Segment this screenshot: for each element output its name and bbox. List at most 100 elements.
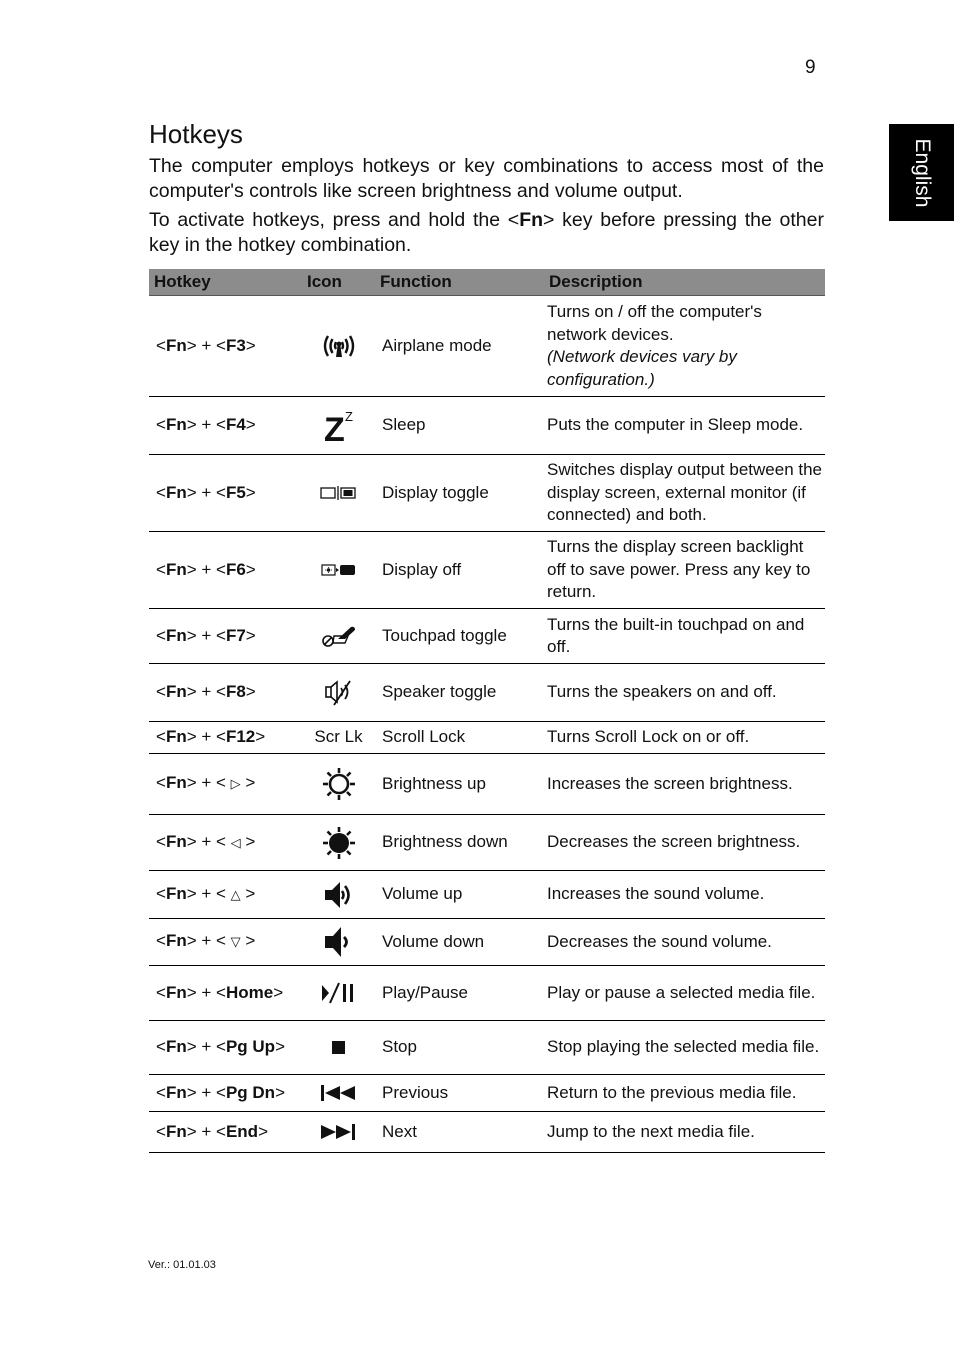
airplane-mode-icon [320,335,358,357]
function-cell: Airplane mode [375,295,544,397]
function-cell: Brightness up [375,753,544,815]
table-row: <Fn> + <Home> Play/Pause Play or pause a s… [149,965,825,1021]
table-row: <Fn> + <Pg Up> Stop Stop playing the selec… [149,1020,825,1075]
description-cell: Puts the computer in Sleep mode. [544,396,825,455]
description-cell: Turns the speakers on and off. [544,663,825,722]
intro-paragraph: The computer employs hotkeys or key comb… [149,155,824,202]
icon-cell [302,1020,375,1075]
icon-cell: Scr Lk [302,721,375,754]
touchpad-toggle-icon [321,625,357,647]
volume-down-icon [323,927,355,957]
table-row: <Fn> + <End> Next Jump to the next media f… [149,1111,825,1153]
table-row: <Fn> + < ▷ > Brightness up Increases the s… [149,753,825,815]
function-cell: Sleep [375,396,544,455]
hotkey-cell: <Fn> + < ▷ > [149,753,302,815]
svg-text:Z: Z [324,411,345,444]
scroll-lock-text: Scr Lk [314,727,363,747]
brightness-up-icon [321,768,357,800]
function-cell: Display toggle [375,454,544,532]
function-cell: Previous [375,1074,544,1112]
function-cell: Brightness down [375,814,544,871]
hotkey-cell: <Fn> + <F3> [149,295,302,397]
brightness-down-icon [321,826,357,859]
description-cell: Decreases the screen brightness. [544,814,825,871]
table-row: <Fn> + < ▽ > Volume down Decreases the sou… [149,918,825,966]
next-icon [320,1122,358,1141]
table-row: <Fn> + <F4> Z Z Sleep Puts the computer in S… [149,396,825,455]
function-cell: Next [375,1111,544,1153]
description-cell: Turns the built-in touchpad on and off. [544,608,825,664]
description-cell: Turns on / off the computer's network de… [544,295,825,397]
function-cell: Speaker toggle [375,663,544,722]
description-cell: Decreases the sound volume. [544,918,825,966]
header-icon: Icon [302,269,375,296]
icon-cell [302,965,375,1021]
description-note: (Network devices vary by configuration.) [547,347,737,389]
hotkey-cell: <Fn> + <Pg Dn> [149,1074,302,1112]
icon-cell [302,814,375,871]
table-row: <Fn> + <F3> Airplane mode Turns on / off t… [149,295,825,397]
description-cell: Turns the display screen backlight off t… [544,531,825,609]
language-tab-label: English [910,138,934,207]
previous-icon [320,1083,358,1102]
description-cell: Jump to the next media file. [544,1111,825,1153]
sleep-icon: ZZ [321,409,357,444]
activate-paragraph: To activate hotkeys, press and hold the … [149,209,824,256]
table-header-row: Hotkey Icon Function Description [149,269,825,296]
icon-cell [302,753,375,815]
page-title: Hotkeys [149,119,243,149]
display-toggle-icon [319,483,358,502]
table-row: <Fn> + <F8> Speaker toggle Turns the speak… [149,663,825,722]
table-row: <Fn> + <F6> Display off Turns the display … [149,531,825,609]
volume-up-icon [323,881,355,908]
table-row: <Fn> + <F12> Scr Lk Scroll Lock Turns Scrol… [149,721,825,754]
function-cell: Display off [375,531,544,609]
description-cell: Stop playing the selected media file. [544,1020,825,1075]
icon-cell [302,1111,375,1153]
description-cell: Play or pause a selected media file. [544,965,825,1021]
icon-cell [302,608,375,664]
table-row: <Fn> + < ◁ > Brightness down Decreases the… [149,814,825,871]
hotkey-cell: <Fn> + < ◁ > [149,814,302,871]
fn-key-label: Fn [519,209,544,231]
function-cell: Volume down [375,918,544,966]
icon-cell [302,454,375,532]
hotkey-cell: <Fn> + <Pg Up> [149,1020,302,1075]
stop-icon [331,1037,347,1056]
speaker-toggle-icon [324,679,354,705]
language-tab: English [889,124,954,221]
function-cell: Scroll Lock [375,721,544,754]
header-function: Function [375,269,544,296]
icon-cell [302,663,375,722]
hotkey-cell: <Fn> + <F8> [149,663,302,722]
hotkeys-table: Hotkey Icon Function Description <Fn> + … [149,269,825,1153]
function-cell: Stop [375,1020,544,1075]
table-row: <Fn> + < △ > Volume up Increases the sound… [149,870,825,919]
icon-cell [302,918,375,966]
description-cell: Increases the screen brightness. [544,753,825,815]
table-row: <Fn> + <F5> Display toggle Switches displa… [149,454,825,532]
header-description: Description [544,269,825,296]
icon-cell [302,1074,375,1112]
hotkey-cell: <Fn> + < △ > [149,870,302,919]
icon-cell [302,531,375,609]
hotkey-cell: <Fn> + <F12> [149,721,302,754]
header-hotkey: Hotkey [149,269,302,296]
hotkey-cell: <Fn> + <Home> [149,965,302,1021]
hotkey-cell: <Fn> + < ▽ > [149,918,302,966]
page-number: 9 [805,57,816,78]
icon-cell: ZZ [302,396,375,455]
play-pause-icon [321,982,357,1004]
hotkey-cell: <Fn> + <End> [149,1111,302,1153]
version-label: Ver.: 01.01.03 [148,1259,216,1271]
description-cell: Switches display output between the disp… [544,454,825,532]
function-cell: Volume up [375,870,544,919]
function-cell: Play/Pause [375,965,544,1021]
table-row: <Fn> + <Pg Dn> Previous Return to the prev… [149,1074,825,1112]
display-off-icon [320,560,357,579]
icon-cell [302,295,375,397]
description-cell: Return to the previous media file. [544,1074,825,1112]
hotkey-cell: <Fn> + <F6> [149,531,302,609]
hotkey-cell: <Fn> + <F5> [149,454,302,532]
svg-text:Z: Z [345,409,353,424]
